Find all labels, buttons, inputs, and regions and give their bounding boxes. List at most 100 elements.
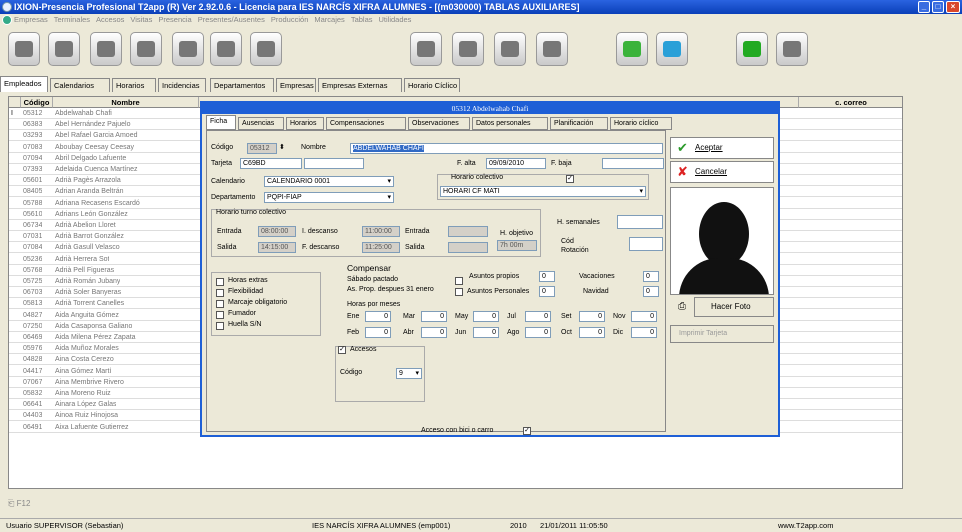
tab-2[interactable]: Calendarios	[50, 78, 110, 92]
option-checkbox-5[interactable]	[216, 322, 224, 330]
hacer-foto-button[interactable]: Hacer Foto	[694, 297, 774, 317]
hsemanales-field[interactable]	[617, 215, 663, 229]
menu-item-7[interactable]: Producción	[271, 15, 309, 24]
month-field[interactable]: 0	[579, 311, 605, 322]
menu-item-3[interactable]: Accesos	[96, 15, 124, 24]
navidad-field[interactable]: 0	[643, 286, 659, 297]
toolbar-button-12[interactable]	[616, 32, 648, 66]
tab-3[interactable]: Horarios	[112, 78, 156, 92]
departamento-select[interactable]: PQPI-FIAP ▾	[264, 192, 394, 203]
option-checkbox-2[interactable]	[216, 289, 224, 297]
month-field[interactable]: 0	[365, 327, 391, 338]
tab-7[interactable]: Empresas Externas	[318, 78, 402, 92]
month-field[interactable]: 0	[421, 327, 447, 338]
hobjetivo-field[interactable]: 7h 00m	[497, 240, 537, 251]
dialog-tab-8[interactable]: Horario cíclico	[610, 117, 672, 130]
calendario-select[interactable]: CALENDARIO 0001 ▾	[264, 176, 394, 187]
option-checkbox-4[interactable]	[216, 311, 224, 319]
asuntos-propios-checkbox[interactable]	[455, 277, 463, 285]
tarjeta-extra-field[interactable]	[304, 158, 364, 169]
vacaciones-field[interactable]: 0	[643, 271, 659, 282]
toolbar-button-10[interactable]	[494, 32, 526, 66]
dialog-tab-1[interactable]: Ficha	[206, 115, 236, 130]
f12-button[interactable]: ⎗ F12	[8, 499, 30, 509]
menu-item-1[interactable]: Empresas	[14, 15, 48, 24]
tarjeta-field[interactable]: C69BD	[240, 158, 302, 169]
accesos-checkbox[interactable]: ✓	[338, 346, 346, 354]
entrada2-field[interactable]	[448, 226, 488, 237]
dialog-tab-7[interactable]: Planificación	[550, 117, 608, 130]
falta-field[interactable]: 09/09/2010	[486, 158, 546, 169]
toolbar-button-13[interactable]	[656, 32, 688, 66]
menu-item-8[interactable]: Marcajes	[314, 15, 344, 24]
tab-4[interactable]: Incidencias	[158, 78, 206, 92]
month-field[interactable]: 0	[631, 311, 657, 322]
menu-item-9[interactable]: Tablas	[351, 15, 373, 24]
month-field[interactable]: 0	[631, 327, 657, 338]
dialog-tab-4[interactable]: Compensaciones	[326, 117, 406, 130]
acc-codigo-select[interactable]: 9 ▾	[396, 368, 422, 379]
toolbar-button-14[interactable]	[736, 32, 768, 66]
menu-item-2[interactable]: Terminales	[54, 15, 90, 24]
toolbar-button-7[interactable]	[250, 32, 282, 66]
asuntos-personales-field[interactable]: 0	[539, 286, 555, 297]
close-button[interactable]: ×	[946, 1, 960, 13]
asuntos-propios-field[interactable]: 0	[539, 271, 555, 282]
toolbar-button-8[interactable]	[410, 32, 442, 66]
toolbar-button-6[interactable]	[210, 32, 242, 66]
nombre-field[interactable]: ABDELWAHAB CHAFI	[350, 143, 663, 154]
salida2-field[interactable]	[448, 242, 488, 253]
imprimir-tarjeta-button[interactable]: Imprimir Tarjeta	[670, 325, 774, 343]
tab-5[interactable]: Departamentos	[210, 78, 274, 92]
month-field[interactable]: 0	[365, 311, 391, 322]
menu-item-4[interactable]: Visitas	[130, 15, 152, 24]
cancelar-button[interactable]: ✘ Cancelar	[670, 161, 774, 183]
month-field[interactable]: 0	[525, 311, 551, 322]
option-checkbox-1[interactable]	[216, 278, 224, 286]
toolbar-button-5[interactable]	[172, 32, 204, 66]
month-field[interactable]: 0	[421, 311, 447, 322]
dialog-tab-2[interactable]: Ausencias	[238, 117, 284, 130]
column-header-nombre[interactable]: Nombre	[53, 97, 199, 108]
maximize-button[interactable]: □	[932, 1, 944, 13]
dialog-tab-6[interactable]: Datos personales	[472, 117, 548, 130]
toolbar-button-3[interactable]	[90, 32, 122, 66]
option-checkbox-3[interactable]	[216, 300, 224, 308]
toolbar-button-1[interactable]	[8, 32, 40, 66]
dialog-tab-3[interactable]: Horarios	[286, 117, 324, 130]
toolbar-button-4[interactable]	[130, 32, 162, 66]
cod-rotacion-field[interactable]	[629, 237, 663, 251]
aceptar-button[interactable]: ✔ Aceptar	[670, 137, 774, 159]
entrada-field[interactable]: 08:00:00	[258, 226, 296, 237]
toolbar-button-15[interactable]	[776, 32, 808, 66]
horario-colectivo-select[interactable]: HORARI CF MATI ▾	[440, 186, 646, 197]
horario-colectivo-checkbox[interactable]: ✓	[566, 175, 574, 183]
toolbar-button-9[interactable]	[452, 32, 484, 66]
fdescanso-field[interactable]: 11:25:00	[362, 242, 400, 253]
codigo-spin-icon[interactable]: ⬍	[279, 143, 285, 151]
idescanso-field[interactable]: 11:00:00	[362, 226, 400, 237]
month-field[interactable]: 0	[525, 327, 551, 338]
bici-checkbox[interactable]: ✓	[523, 427, 531, 435]
menu-item-6[interactable]: Presentes/Ausentes	[198, 15, 265, 24]
minimize-button[interactable]: _	[918, 1, 930, 13]
dialog-tab-5[interactable]: Observaciones	[408, 117, 470, 130]
menu-item-10[interactable]: Utilidades	[379, 15, 412, 24]
camera-icon[interactable]: ⎙	[678, 301, 686, 312]
codigo-field[interactable]: 05312	[247, 143, 277, 154]
fbaja-field[interactable]	[602, 158, 664, 169]
menu-item-5[interactable]: Presencia	[158, 15, 191, 24]
month-field[interactable]: 0	[473, 311, 499, 322]
tab-1[interactable]: Empleados	[0, 76, 48, 92]
tab-8[interactable]: Horario Cíclico	[404, 78, 460, 92]
toolbar-button-2[interactable]	[48, 32, 80, 66]
column-header-correo[interactable]: c. correo	[799, 97, 902, 108]
asuntos-personales-checkbox[interactable]	[455, 288, 463, 296]
month-field[interactable]: 0	[473, 327, 499, 338]
month-field[interactable]: 0	[579, 327, 605, 338]
menu-app-icon[interactable]	[2, 15, 12, 25]
tab-6[interactable]: Empresas	[276, 78, 316, 92]
column-header-codigo[interactable]: Código	[21, 97, 53, 108]
toolbar-button-11[interactable]	[536, 32, 568, 66]
salida-field[interactable]: 14:15:00	[258, 242, 296, 253]
